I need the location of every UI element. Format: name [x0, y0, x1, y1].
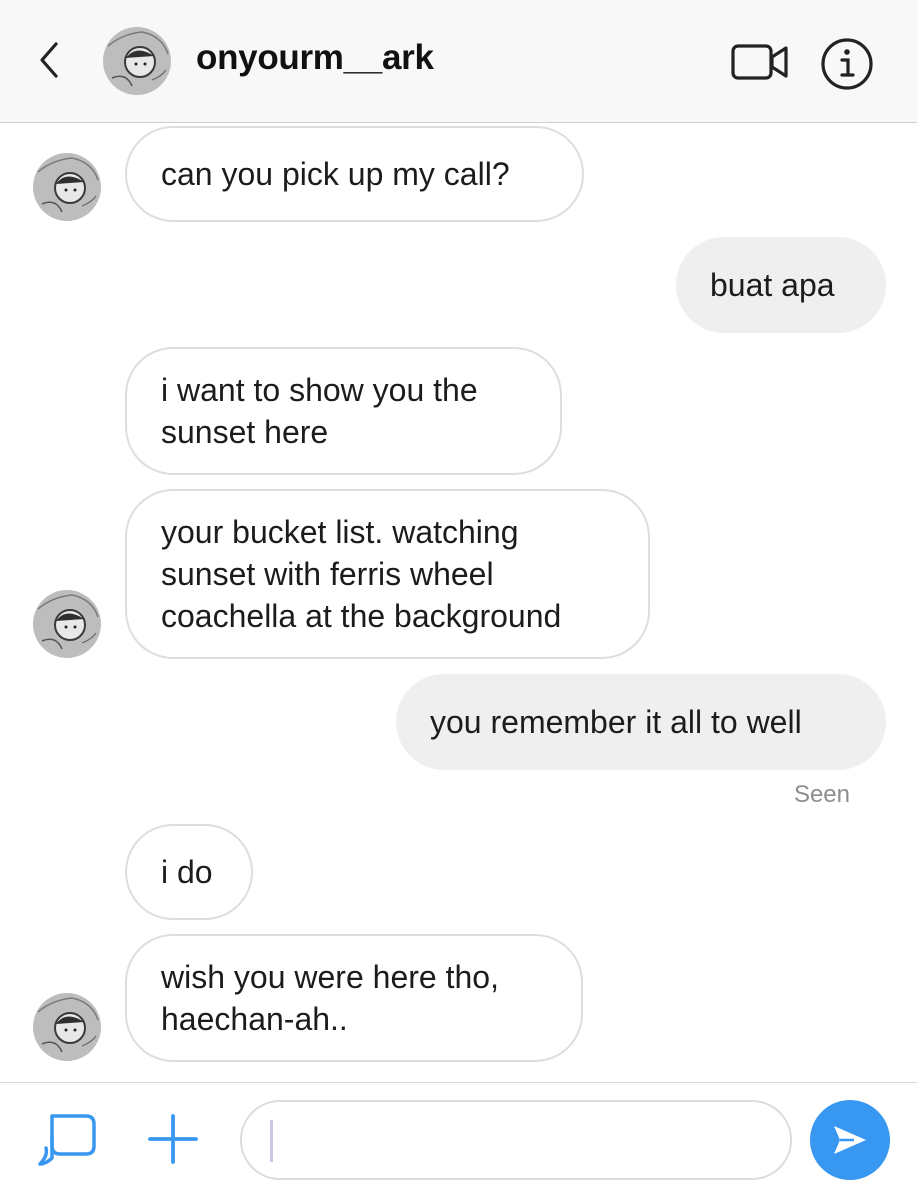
- chat-username[interactable]: onyourm__ark: [196, 38, 434, 78]
- chat-header: onyourm__ark: [0, 0, 917, 123]
- message-input[interactable]: [240, 1100, 792, 1180]
- avatar[interactable]: [102, 26, 172, 96]
- plus-icon[interactable]: [146, 1112, 200, 1166]
- message-text-line: coachella at the background: [161, 598, 562, 634]
- message-bubble-received: your bucket list. watching sunset with f…: [125, 489, 650, 659]
- message-bubble-received: can you pick up my call?: [125, 126, 584, 222]
- chevron-left-icon[interactable]: [34, 40, 64, 80]
- avatar: [32, 152, 102, 222]
- avatar: [32, 589, 102, 659]
- video-call-icon[interactable]: [730, 40, 790, 84]
- message-text-line: your bucket list. watching: [161, 514, 519, 550]
- message-text-line: wish you were here tho,: [161, 959, 499, 995]
- text-caret: [270, 1120, 273, 1162]
- message-bubble-sent: you remember it all to well: [396, 674, 886, 770]
- message-text: can you pick up my call?: [161, 156, 510, 192]
- message-text-line: sunset here: [161, 414, 329, 450]
- message-text-line: sunset with ferris wheel: [161, 556, 494, 592]
- message-text-line: i want to show you the: [161, 372, 478, 408]
- gallery-icon[interactable]: [36, 1112, 98, 1168]
- message-text: you remember it all to well: [430, 704, 802, 740]
- send-button[interactable]: [810, 1100, 890, 1180]
- message-text-line: haechan-ah..: [161, 1001, 348, 1037]
- message-text: i do: [161, 854, 213, 890]
- info-icon[interactable]: [820, 37, 874, 91]
- message-bubble-received: i want to show you the sunset here: [125, 347, 562, 475]
- message-bubble-sent: buat apa: [676, 237, 886, 333]
- avatar: [32, 992, 102, 1062]
- message-bubble-received: i do: [125, 824, 253, 920]
- message-text: buat apa: [710, 267, 835, 303]
- send-icon: [834, 1126, 866, 1154]
- message-bubble-received: wish you were here tho, haechan-ah..: [125, 934, 583, 1062]
- seen-status: Seen: [793, 781, 850, 808]
